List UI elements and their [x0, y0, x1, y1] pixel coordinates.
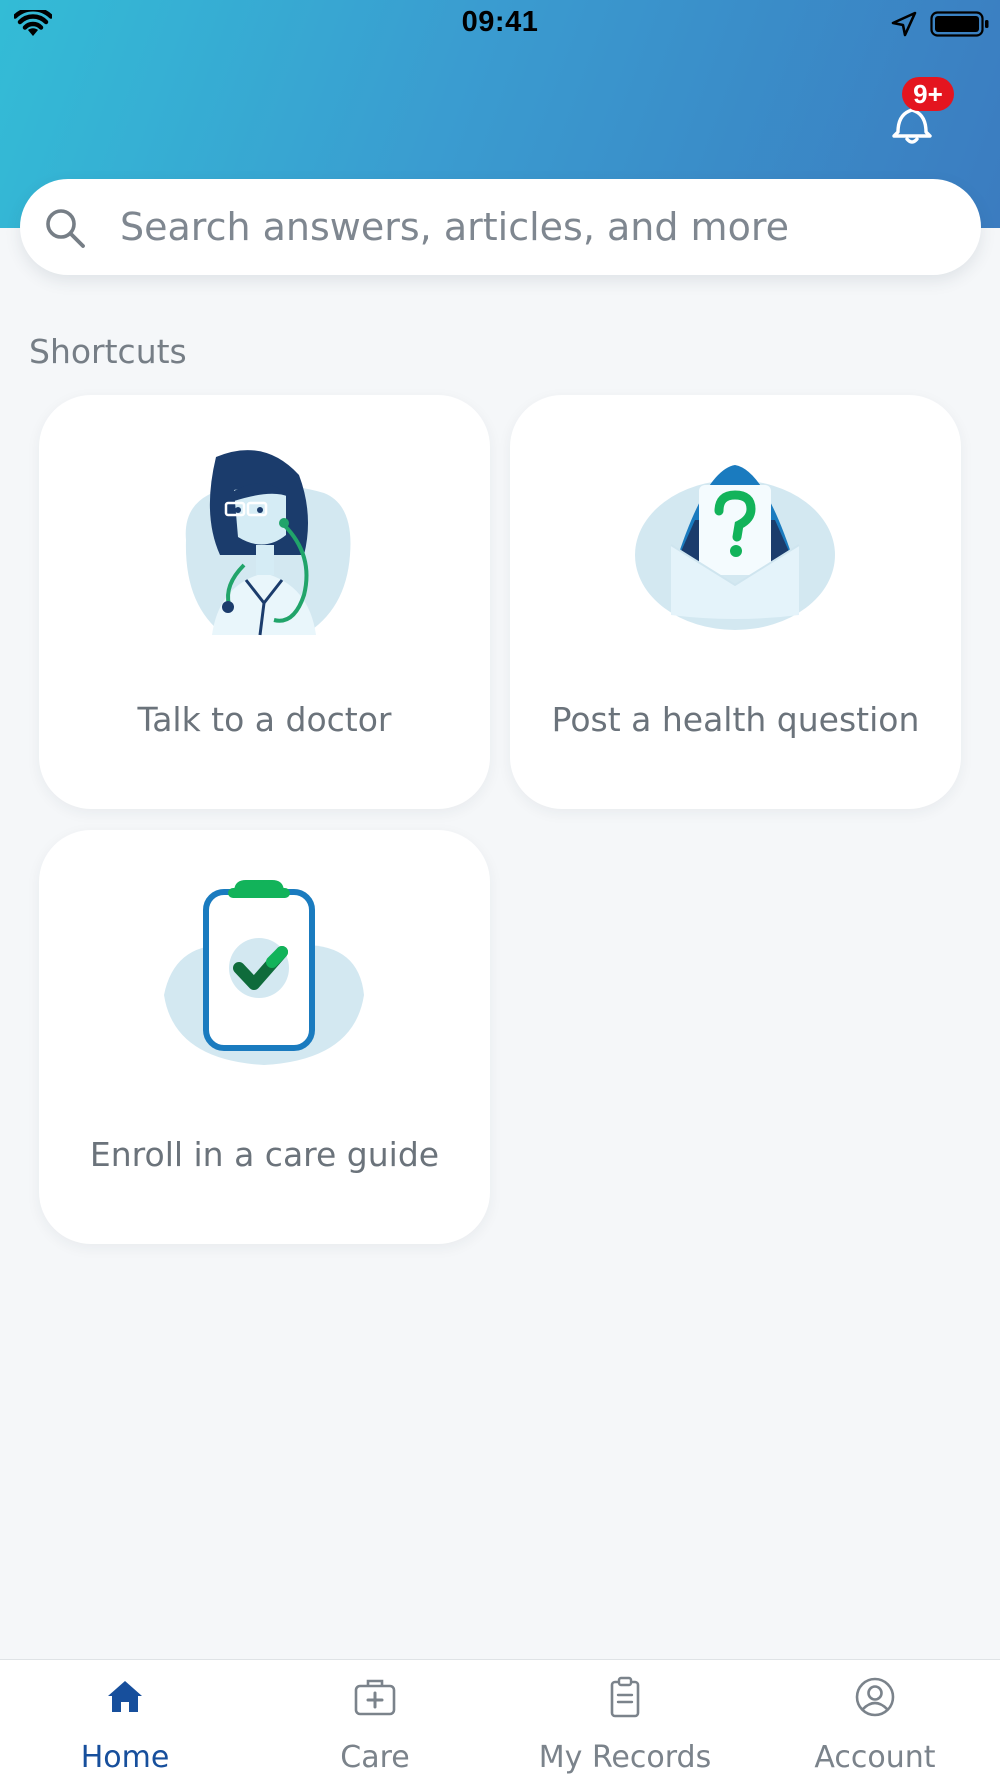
- tab-bar: Home Care My Records Account: [0, 1659, 1000, 1778]
- notification-badge: 9+: [902, 77, 954, 111]
- tab-my-records[interactable]: My Records: [500, 1660, 750, 1778]
- tab-label: Home: [80, 1740, 170, 1775]
- medical-kit-icon: [354, 1679, 396, 1716]
- tab-label: Account: [814, 1740, 936, 1775]
- tab-care[interactable]: Care: [250, 1660, 500, 1778]
- clipboard-icon: [610, 1676, 640, 1718]
- tab-label: Care: [340, 1740, 410, 1775]
- tab-home[interactable]: Home: [0, 1660, 250, 1778]
- shortcut-label: Enroll in a care guide: [89, 1135, 440, 1174]
- shortcuts-title: Shortcuts: [29, 332, 187, 371]
- search-input[interactable]: [120, 179, 950, 275]
- search-icon: [46, 209, 85, 248]
- tab-account[interactable]: Account: [750, 1660, 1000, 1778]
- clipboard-check-illustration-icon: [164, 880, 364, 1065]
- shortcut-talk-to-doctor[interactable]: Talk to a doctor: [39, 395, 490, 809]
- status-time: 09:41: [461, 6, 539, 38]
- home-icon: [108, 1681, 142, 1712]
- shortcut-label: Post a health question: [551, 700, 920, 739]
- battery-icon: [930, 11, 989, 37]
- question-envelope-illustration-icon: [635, 465, 835, 630]
- status-bar: 09:41: [0, 0, 1000, 48]
- shortcut-post-health-question[interactable]: Post a health question: [510, 395, 961, 809]
- home-screen: 09:41 9+ Shortcuts: [0, 0, 1000, 1778]
- location-arrow-icon: [891, 11, 917, 37]
- user-circle-icon: [855, 1677, 895, 1717]
- tab-label: My Records: [538, 1740, 712, 1775]
- doctor-illustration-icon: [185, 450, 351, 636]
- shortcut-enroll-care-guide[interactable]: Enroll in a care guide: [39, 830, 490, 1244]
- shortcut-label: Talk to a doctor: [137, 700, 392, 739]
- search-bar[interactable]: [20, 179, 981, 275]
